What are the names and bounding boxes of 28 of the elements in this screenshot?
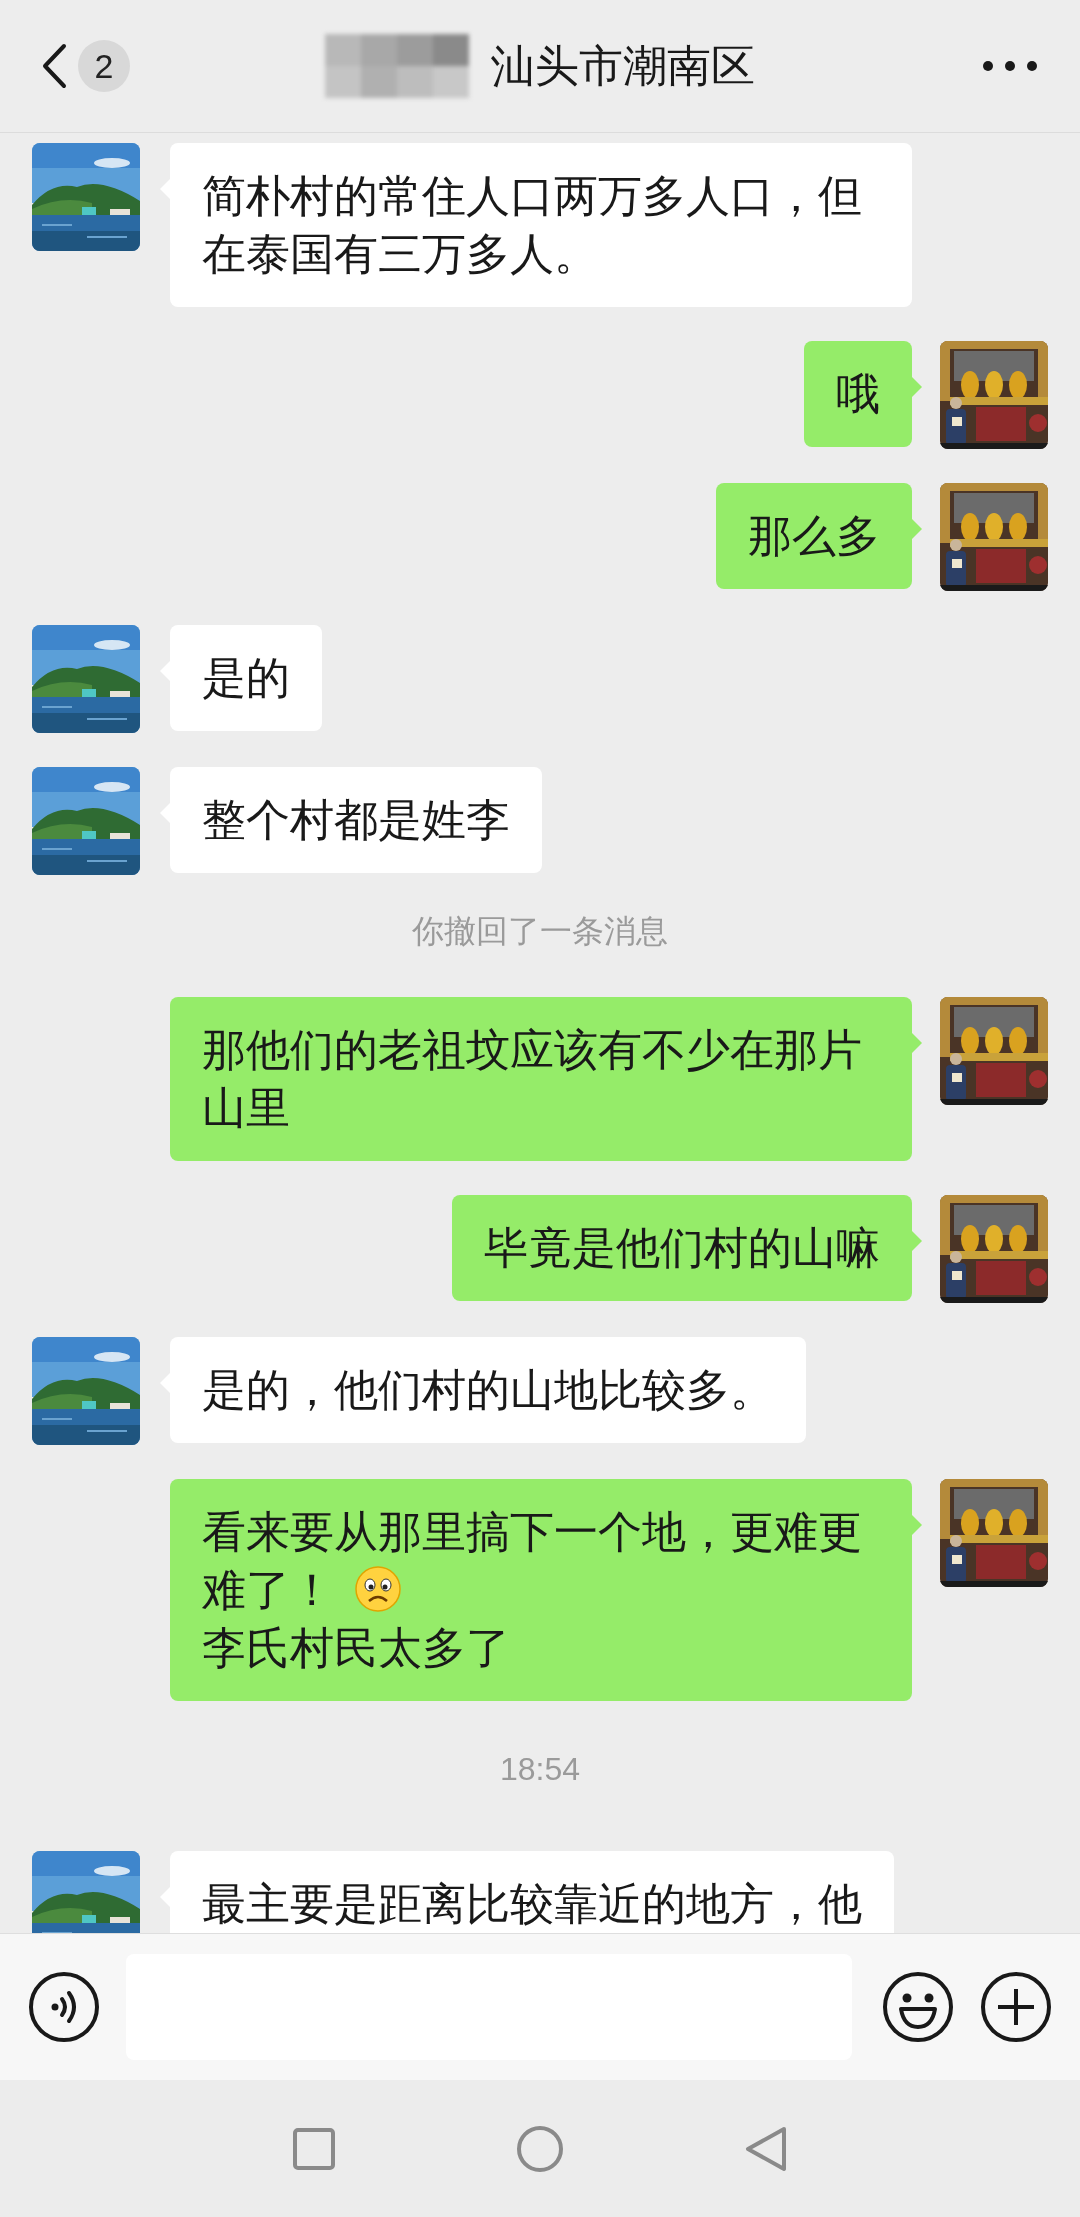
home-icon[interactable] [516,2124,564,2173]
bubble-tail [912,1515,922,1535]
message-bubble[interactable]: 那他们的老祖坟应该有不少在那片山里 [170,997,912,1161]
bubble-tail [912,519,922,539]
plus-icon[interactable] [980,1971,1052,2043]
message-bubble[interactable]: 那么多 [716,483,912,589]
chat-title: 汕头市潮南区 [491,39,755,92]
message-bubble[interactable]: 看来要从那里搞下一个地，更难更难了！ 李氏村民太多了 [170,1479,912,1701]
voice-icon[interactable] [28,1971,100,2043]
message-bubble[interactable]: 哦 [804,341,912,447]
message-bubble[interactable]: 是的 [170,625,322,731]
message-bubble[interactable]: 最主要是距离比较靠近的地方，他 [170,1851,894,1933]
recall-notice: 你撤回了一条消息 [412,913,668,949]
bubble-tail [912,377,922,397]
bubble-tail [912,1033,922,1053]
recent-apps-icon[interactable] [292,2126,336,2171]
timestamp: 18:54 [499,1751,581,1787]
back-icon[interactable] [40,42,68,90]
bubble-tail [912,1231,922,1251]
back-nav-icon[interactable] [744,2124,788,2173]
sad-face-icon [354,1565,402,1613]
more-icon[interactable] [982,60,1038,72]
message-bubble[interactable]: 简朴村的常住人口两万多人口，但在泰国有三万多人。 [170,143,912,307]
emoji-icon[interactable] [882,1971,954,2043]
message-bubble[interactable]: 整个村都是姓李 [170,767,542,873]
unread-badge: 2 [78,40,130,92]
message-bubble[interactable]: 是的，他们村的山地比较多。 [170,1337,806,1443]
message-bubble[interactable]: 毕竟是他们村的山嘛 [452,1195,912,1301]
